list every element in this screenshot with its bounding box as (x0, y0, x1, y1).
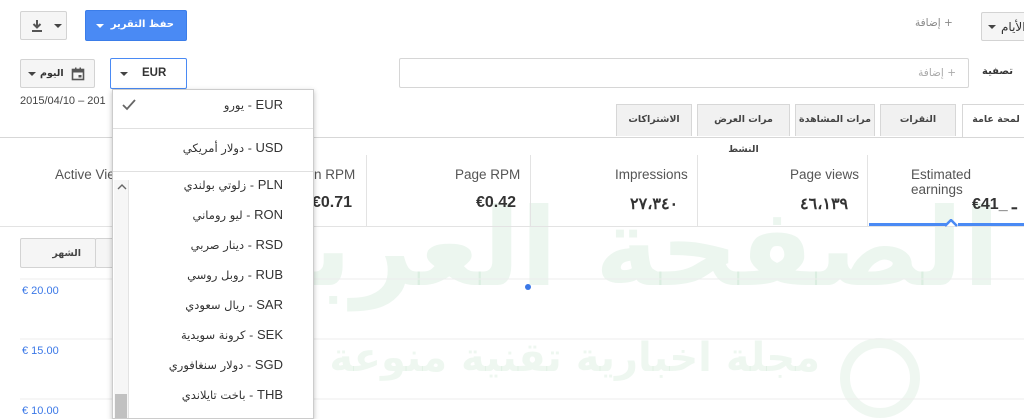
chevron-down-icon (988, 25, 996, 29)
date-picker-button[interactable]: اليوم (20, 59, 95, 88)
currency-option-code: EUR (255, 97, 283, 112)
tab-subscriptions[interactable]: الاشتراكات (616, 104, 692, 136)
currency-option-code: RSD (255, 237, 283, 252)
checkmark-icon (122, 99, 136, 111)
metric-label-page-views[interactable]: Page views (790, 167, 859, 182)
currency-option-code: SGD (254, 357, 283, 372)
currency-dropdown: EUR - يورو USD - دولار أمريكي PLN - زلوتي … (112, 89, 314, 419)
days-select[interactable]: الأيام (981, 12, 1024, 41)
currency-option-code: PLN (257, 177, 283, 192)
days-select-label: الأيام (1001, 20, 1024, 34)
chevron-down-icon (54, 24, 62, 28)
currency-option-sek[interactable]: SEK - كرونة سويدية (181, 327, 283, 342)
period-month-button[interactable]: الشهر (20, 238, 96, 268)
scroll-up-icon[interactable] (117, 184, 127, 190)
currency-option-sgd[interactable]: SGD - دولار سنغافوري (169, 357, 283, 372)
metrics-card-divider (530, 155, 531, 227)
selected-metric-underline-right (958, 223, 1024, 226)
currency-option-code: SEK (256, 327, 283, 342)
chart-data-point[interactable] (525, 284, 531, 290)
download-icon (32, 20, 42, 32)
currency-option-name: باخت تايلاندي (181, 388, 246, 402)
tab-overview[interactable]: لمحة عامة (962, 104, 1024, 138)
currency-option-name: دولار أمريكي (182, 141, 245, 155)
currency-option-name: ليو روماني (192, 208, 243, 222)
calendar-icon (71, 67, 85, 81)
currency-option-name: ريال سعودي (185, 298, 245, 312)
chart-ytick-label: € 15.00 (22, 345, 59, 357)
date-range-text: 2015/04/10 – 201 (20, 95, 106, 107)
download-button[interactable] (20, 11, 67, 40)
currency-option-name: دولار سنغافوري (168, 358, 244, 372)
currency-option-eur[interactable]: EUR - يورو (224, 97, 283, 112)
save-report-button[interactable]: حفظ التقرير (85, 10, 187, 41)
currency-option-sar[interactable]: SAR - ريال سعودي (185, 297, 283, 312)
metrics-card-divider (867, 155, 868, 227)
period-month-label: الشهر (52, 248, 81, 259)
dropdown-scrollbar[interactable] (114, 180, 129, 418)
metric-value-page-rpm: €0.42 (476, 194, 517, 211)
metric-value-n-rpm: €0.71 (312, 194, 353, 211)
metric-label-page-rpm[interactable]: Page RPM (455, 167, 520, 182)
metric-label-n-rpm[interactable]: n RPM (314, 167, 355, 182)
tab-views[interactable]: مرات المشاهدة (795, 104, 875, 136)
dropdown-separator (113, 171, 313, 172)
metrics-card-divider (366, 155, 367, 227)
currency-select-value: EUR (142, 67, 167, 79)
filter-label: تصفية (982, 66, 1013, 77)
metric-value-page-views: ٤٦،١٣٩ (800, 196, 849, 213)
metric-label-impressions[interactable]: Impressions (615, 167, 688, 182)
tab-clicks[interactable]: النقرات (880, 104, 956, 136)
chevron-down-icon (96, 24, 104, 28)
metrics-card-divider (697, 155, 698, 227)
metric-label-estimated-earnings[interactable]: Estimated earnings (911, 167, 1024, 197)
currency-option-name: يورو (223, 98, 245, 112)
currency-option-thb[interactable]: THB - باخت تايلاندي (182, 387, 283, 402)
currency-option-usd[interactable]: USD - دولار أمريكي (183, 140, 283, 155)
currency-option-ron[interactable]: RON - ليو روماني (193, 207, 284, 222)
currency-option-pln[interactable]: PLN - زلوتي بولندي (184, 177, 283, 192)
save-report-label: حفظ التقرير (110, 19, 174, 30)
currency-option-name: كرونة سويدية (180, 328, 246, 342)
currency-option-code: SAR (256, 297, 283, 312)
chart-ytick-label: € 10.00 (22, 405, 59, 417)
currency-select[interactable]: EUR (110, 58, 187, 89)
currency-option-name: دينار صربي (190, 238, 245, 252)
currency-option-rsd[interactable]: RSD - دينار صربي (191, 237, 283, 252)
currency-option-name: زلوتي بولندي (183, 178, 247, 192)
chart-ytick-label: € 20.00 (22, 285, 59, 297)
dropdown-scroll-thumb[interactable] (115, 394, 127, 418)
add-link[interactable]: + إضافة (915, 17, 953, 29)
chevron-down-icon (28, 72, 36, 76)
currency-option-rub[interactable]: RUB - روبل روسي (187, 267, 283, 282)
chevron-down-icon (120, 72, 128, 76)
currency-option-code: THB (257, 387, 283, 402)
dropdown-separator (113, 128, 313, 129)
currency-option-code: RON (254, 207, 283, 222)
tab-active-views[interactable]: مرات العرض النشط (697, 104, 790, 155)
currency-option-name: روبل روسي (187, 268, 245, 282)
date-picker-label: اليوم (40, 68, 64, 79)
filter-input-placeholder: + إضافة (918, 67, 956, 79)
currency-option-code: RUB (255, 267, 283, 282)
metric-value-estimated-earnings: €ـ _41 (972, 196, 1017, 213)
currency-option-code: USD (255, 140, 283, 155)
metric-label-active-views[interactable]: Active Vie (55, 167, 115, 182)
metric-value-impressions: ٢٧،٣٤٠ (630, 196, 679, 213)
filter-input[interactable]: + إضافة (399, 58, 969, 88)
selected-metric-underline (869, 223, 947, 226)
